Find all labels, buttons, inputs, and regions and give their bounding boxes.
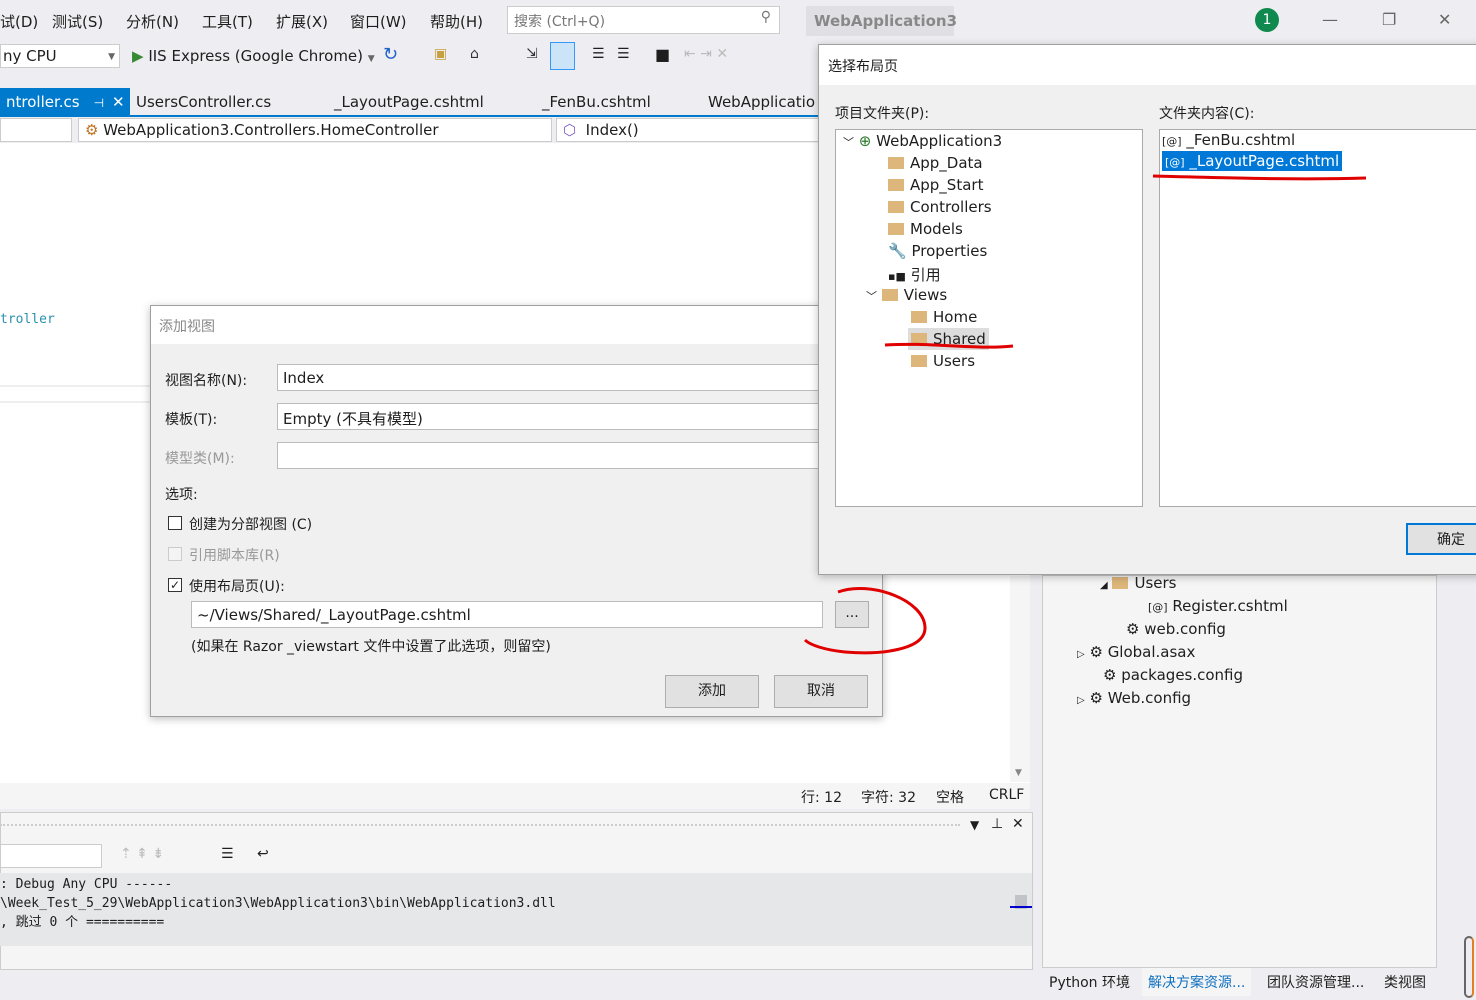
annotation-underline-layout <box>1152 174 1367 181</box>
red-annotations <box>803 174 1367 655</box>
annotation-underline-shared <box>884 342 1014 349</box>
annotation-circle <box>803 586 927 655</box>
